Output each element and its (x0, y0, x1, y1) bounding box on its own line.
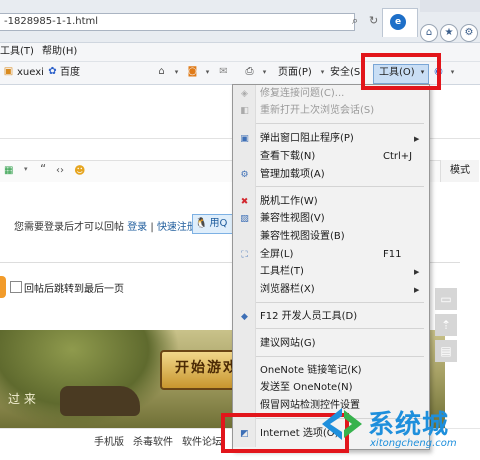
back-to-top-icon[interactable]: ⇡ (435, 314, 457, 336)
banner-cannon (60, 386, 140, 416)
menu-item-f12-devtools[interactable]: F12 开发人员工具(D) (260, 310, 357, 324)
reopen-session-icon: ◧ (240, 106, 249, 116)
manage-addons-icon: ⚙ (240, 170, 249, 180)
menu-help[interactable]: 帮助(H) (42, 45, 77, 59)
smiley-icon[interactable]: ☻ (74, 165, 86, 177)
editor-mode-tab[interactable]: 模式 (440, 160, 479, 182)
safety-menu-button[interactable]: 安全(S) (330, 66, 364, 80)
dropdown-arrow-icon[interactable]: ▾ (24, 165, 34, 177)
rss-feed-icon[interactable]: ◙ (186, 66, 199, 78)
ie-tab-icon: e (390, 14, 406, 30)
dropdown-arrow-icon[interactable]: ▾ (170, 66, 183, 78)
watermark-brand: 系统城 (368, 410, 450, 440)
favorites-star-icon[interactable]: ★ (440, 24, 458, 42)
submenu-arrow-icon: ▶ (414, 268, 420, 276)
menu-separator (256, 123, 424, 124)
return-list-icon[interactable]: ▤ (435, 340, 457, 362)
qq-penguin-icon: 🐧 (195, 218, 208, 229)
devtools-icon: ◆ (241, 312, 248, 322)
menu-separator (256, 186, 424, 187)
page-menu-button[interactable]: 页面(P) (278, 66, 312, 80)
qq-button-label: 用Q (209, 218, 228, 229)
home-cmd-icon[interactable]: ⌂ (155, 66, 168, 78)
xitongcheng-logo (322, 408, 362, 440)
register-link[interactable]: 快速注册 (157, 222, 197, 233)
banner-side-text: 过 来 (8, 392, 36, 406)
shortcut-view-downloads: Ctrl+J (383, 151, 413, 162)
dropdown-arrow-icon[interactable]: ▾ (446, 66, 459, 78)
dropdown-arrow-icon[interactable]: ▾ (201, 66, 214, 78)
table-insert-icon[interactable]: ▦ (4, 165, 20, 177)
home-icon[interactable]: ⌂ (420, 24, 438, 42)
window-title-strip (420, 0, 480, 12)
submenu-arrow-icon: ▶ (414, 135, 420, 143)
login-prompt-text: 您需要登录后才可以回帖 (14, 222, 124, 233)
menu-tools[interactable]: 工具(T) (0, 45, 34, 59)
tools-highlight-box (361, 53, 441, 90)
dropdown-arrow-icon[interactable]: ▾ (316, 66, 329, 78)
shortcut-fullscreen: F11 (383, 249, 402, 260)
menu-item-explorer-bars[interactable]: 浏览器栏(X) (260, 283, 315, 297)
compat-view-icon: ▨ (240, 214, 249, 224)
submenu-arrow-icon: ▶ (414, 286, 420, 294)
login-prompt: 您需要登录后才可以回帖 登录 | 快速注册 (14, 218, 197, 233)
favorite-link-baidu[interactable]: 百度 (60, 66, 80, 80)
menu-item-toolbars[interactable]: 工具栏(T) (260, 265, 304, 279)
popup-blocker-icon: ▣ (240, 134, 249, 144)
menu-item-fullscreen[interactable]: 全屏(L) (260, 248, 293, 262)
menu-item-fix-connection[interactable]: 修复连接问题(C)... (260, 87, 344, 101)
menu-separator (256, 302, 424, 303)
link-separator: | (150, 222, 154, 233)
reply-button-edge[interactable] (0, 276, 6, 298)
menu-separator (256, 328, 424, 329)
dropdown-arrow-icon[interactable]: ▾ (258, 66, 271, 78)
fix-connection-icon: ◈ (241, 89, 248, 99)
search-icon[interactable]: ⌕ (352, 14, 366, 28)
menu-item-reopen-session[interactable]: 重新打开上次浏览会话(S) (260, 104, 374, 118)
login-link[interactable]: 登录 (127, 222, 147, 233)
jump-to-last-page-checkbox[interactable] (10, 281, 22, 293)
menu-item-manage-addons[interactable]: 管理加载项(A) (260, 168, 325, 182)
quote-icon[interactable]: “ (40, 163, 52, 175)
jump-to-last-page-label: 回帖后跳转到最后一页 (24, 284, 124, 295)
address-input[interactable]: -1828985-1-1.html (0, 13, 355, 31)
print-icon[interactable]: ⎙ (243, 66, 256, 78)
footer-link-forum[interactable]: 软件论坛 (182, 433, 222, 448)
footer-link-antivirus[interactable]: 杀毒软件 (133, 433, 173, 448)
menu-item-work-offline[interactable]: 脱机工作(W) (260, 195, 318, 209)
favorite-link-xuexi[interactable]: xuexi (17, 66, 44, 80)
menu-item-send-onenote[interactable]: 发送至 OneNote(N) (260, 381, 353, 395)
menu-separator (256, 356, 424, 357)
footer-link-mobile[interactable]: 手机版 (94, 433, 124, 448)
settings-gear-icon[interactable]: ⚙ (460, 24, 478, 42)
code-icon[interactable]: ‹› (56, 165, 70, 177)
menu-item-view-downloads[interactable]: 查看下载(N) (260, 150, 315, 164)
refresh-icon[interactable]: ↻ (369, 14, 381, 27)
fullscreen-icon: ⛶ (241, 250, 248, 260)
watermark-url: xitongcheng.com (370, 438, 457, 449)
baidu-paw-icon: ✿ (48, 66, 57, 77)
menu-item-compat-view[interactable]: 兼容性视图(V) (260, 212, 325, 226)
work-offline-icon: ✖ (240, 197, 249, 207)
menu-item-onenote-linked[interactable]: OneNote 链接笔记(K) (260, 364, 362, 378)
menu-item-popup-blocker[interactable]: 弹出窗口阻止程序(P) (260, 132, 354, 146)
menu-item-compat-settings[interactable]: 兼容性视图设置(B) (260, 230, 345, 244)
favorite-page-icon: ▣ (3, 66, 14, 77)
read-mail-icon[interactable]: ✉ (217, 66, 230, 78)
menu-item-suggested-sites[interactable]: 建议网站(G) (260, 337, 316, 351)
comment-icon[interactable]: ▭ (435, 288, 457, 310)
